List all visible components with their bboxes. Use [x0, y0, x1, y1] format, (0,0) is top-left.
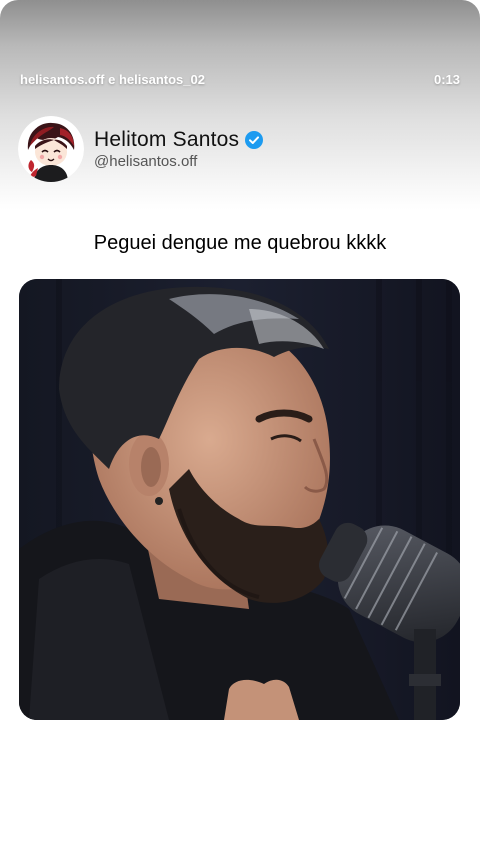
post-media[interactable] [19, 279, 460, 720]
media-image [19, 279, 460, 720]
verified-badge-icon [245, 131, 264, 149]
story-view[interactable]: helisantos.off e helisantos_02 0:13 Heli… [0, 0, 480, 854]
post-caption: Peguei dengue me quebrou kkkk [93, 232, 387, 254]
story-accounts[interactable]: helisantos.off e helisantos_02 [20, 72, 205, 87]
avatar[interactable] [18, 116, 84, 182]
username-handle[interactable]: @helisantos.off [94, 153, 263, 170]
story-header: helisantos.off e helisantos_02 0:13 [20, 72, 460, 87]
profile-header[interactable]: Helitom Santos @helisantos.off [18, 116, 264, 182]
name-row: Helitom Santos [94, 128, 264, 152]
story-timestamp: 0:13 [433, 72, 460, 87]
display-name[interactable]: Helitom Santos [94, 128, 239, 152]
profile-text: Helitom Santos @helisantos.off [94, 128, 264, 170]
